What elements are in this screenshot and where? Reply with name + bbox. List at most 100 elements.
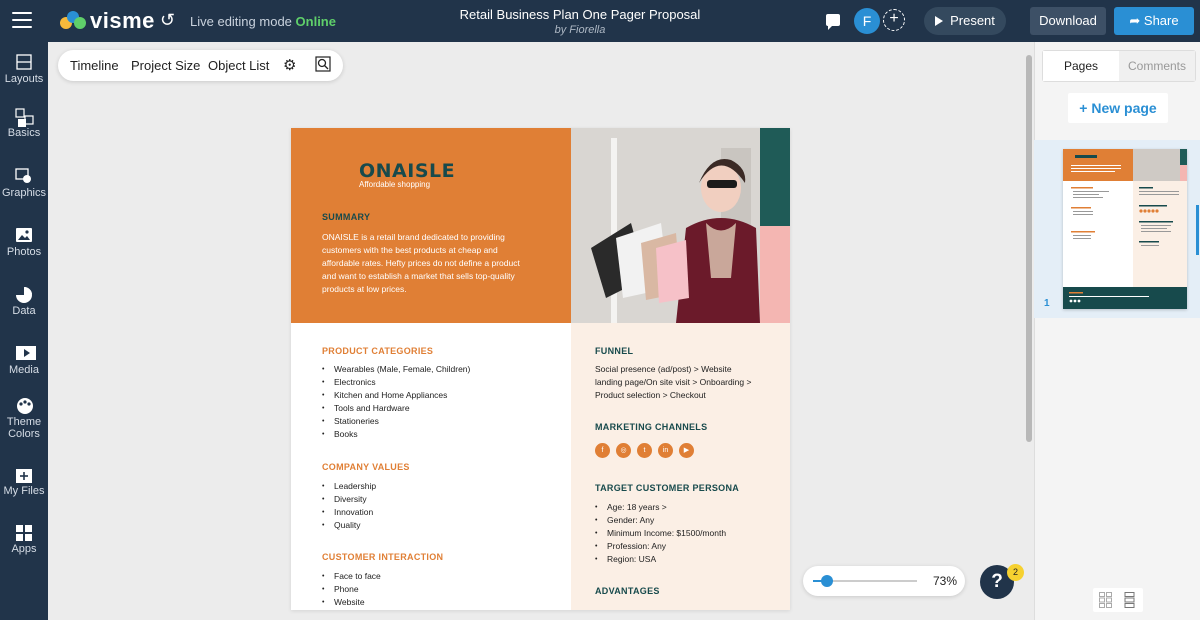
teal-accent-strip xyxy=(760,128,790,226)
list-item: Quality xyxy=(322,519,562,532)
twitter-icon[interactable]: t xyxy=(637,443,652,458)
company-values-heading[interactable]: COMPANY VALUES xyxy=(322,462,410,472)
brand-tagline[interactable]: Affordable shopping xyxy=(359,180,430,189)
editor-toolbar: Timeline Project Size Object List ⚙ xyxy=(58,50,343,81)
zoom-value: 73% xyxy=(933,574,958,588)
linkedin-icon[interactable]: in xyxy=(658,443,673,458)
sidebar-item-graphics[interactable]: Graphics xyxy=(0,168,48,199)
sidebar-item-layouts[interactable]: Layouts xyxy=(0,54,48,85)
download-button[interactable]: Download xyxy=(1030,7,1106,35)
panel-scroll-indicator[interactable] xyxy=(1196,205,1199,255)
comment-icon[interactable] xyxy=(826,14,840,30)
sidebar-item-data[interactable]: Data xyxy=(0,286,48,317)
logo-text: visme xyxy=(90,8,155,33)
present-button[interactable]: Present xyxy=(924,7,1006,35)
list-item: Diversity xyxy=(322,493,562,506)
avatar[interactable]: F xyxy=(854,8,880,34)
add-collaborator-icon[interactable]: + xyxy=(883,9,905,31)
sidebar-label: Apps xyxy=(11,543,37,555)
zoom-control: 73% xyxy=(803,566,965,596)
customer-interaction-list[interactable]: Face to face Phone Website xyxy=(322,570,562,609)
canvas-scrollbar[interactable] xyxy=(1026,55,1032,442)
advantages-heading[interactable]: ADVANTAGES xyxy=(595,586,660,596)
page-thumbnail[interactable] xyxy=(1063,149,1187,309)
target-persona-list[interactable]: Age: 18 years > Gender: Any Minimum Inco… xyxy=(595,501,783,566)
project-size-button[interactable]: Project Size xyxy=(131,58,200,73)
sidebar-label: Photos xyxy=(6,246,42,258)
summary-line: products at low prices. xyxy=(322,284,407,294)
help-notification-badge: 2 xyxy=(1007,564,1024,581)
zoom-slider-handle[interactable] xyxy=(821,575,833,587)
view-toggle xyxy=(1093,588,1143,612)
sidebar-label: Layouts xyxy=(4,73,44,85)
tab-comments[interactable]: Comments xyxy=(1119,51,1195,81)
share-button[interactable]: ➦ Share xyxy=(1114,7,1194,35)
logo-mark-icon xyxy=(60,11,86,31)
basics-icon xyxy=(15,108,34,127)
media-icon xyxy=(15,345,36,361)
sidebar-item-photos[interactable]: Photos xyxy=(0,227,48,258)
document-author: by Fiorella xyxy=(554,24,606,36)
zoom-search-icon[interactable] xyxy=(315,56,331,75)
mode-label: Live editing mode xyxy=(190,14,292,29)
list-item: Age: 18 years > xyxy=(595,501,783,514)
funnel-heading[interactable]: FUNNEL xyxy=(595,346,633,356)
list-item: Phone xyxy=(322,583,562,596)
summary-text[interactable]: ONAISLE is a retail brand dedicated to p… xyxy=(322,231,562,296)
sidebar-item-theme-colors[interactable]: Theme Colors xyxy=(0,397,48,440)
product-categories-heading[interactable]: PRODUCT CATEGORIES xyxy=(322,346,433,356)
youtube-icon[interactable]: ▶ xyxy=(679,443,694,458)
left-sidebar: Layouts Basics Graphics Photos Data Medi… xyxy=(0,42,48,620)
object-list-button[interactable]: Object List xyxy=(208,58,269,73)
list-item: Gender: Any xyxy=(595,514,783,527)
shopping-woman-photo[interactable] xyxy=(571,128,760,323)
funnel-line: Social presence (ad/post) > Website xyxy=(595,364,732,374)
theme-colors-icon xyxy=(15,397,33,414)
marketing-channels-heading[interactable]: MARKETING CHANNELS xyxy=(595,422,707,432)
new-page-button[interactable]: + New page xyxy=(1068,93,1168,123)
document-title-area: Retail Business Plan One Pager Proposal … xyxy=(430,7,730,36)
document-page[interactable]: ONAISLE Affordable shopping SUMMARY ONAI… xyxy=(291,128,790,610)
mode-online-status: Online xyxy=(295,14,336,29)
funnel-text[interactable]: Social presence (ad/post) > Website land… xyxy=(595,363,783,402)
tab-pages[interactable]: Pages xyxy=(1043,51,1119,81)
list-item: Minimum Income: $1500/month xyxy=(595,527,783,540)
sidebar-item-basics[interactable]: Basics xyxy=(0,108,48,139)
summary-line: ONAISLE is a retail brand dedicated to p… xyxy=(322,232,505,242)
list-item: Stationeries xyxy=(322,415,562,428)
summary-line: and want to establish a market that sell… xyxy=(322,271,515,281)
list-view-icon[interactable] xyxy=(1123,592,1137,613)
list-item: Electronics xyxy=(322,376,562,389)
list-item: Tools and Hardware xyxy=(322,402,562,415)
share-label: Share xyxy=(1143,13,1179,28)
funnel-line: landing page/On site visit > Onboarding … xyxy=(595,377,752,387)
my-files-icon xyxy=(15,466,33,483)
sidebar-label: Media xyxy=(9,364,39,376)
customer-interaction-heading[interactable]: CUSTOMER INTERACTION xyxy=(322,552,443,562)
gear-icon[interactable]: ⚙ xyxy=(283,56,296,74)
grid-view-icon[interactable] xyxy=(1099,592,1113,613)
sidebar-label: Theme xyxy=(6,416,42,428)
summary-line: customers with the best products at chea… xyxy=(322,245,498,255)
product-categories-list[interactable]: Wearables (Male, Female, Children) Elect… xyxy=(322,363,562,441)
instagram-icon[interactable]: ◎ xyxy=(616,443,631,458)
live-mode-status: Live editing mode Online xyxy=(190,14,336,29)
summary-heading[interactable]: SUMMARY xyxy=(322,212,370,222)
logo[interactable]: visme xyxy=(60,8,155,34)
sidebar-item-apps[interactable]: Apps xyxy=(0,524,48,555)
sidebar-label: Data xyxy=(12,305,36,317)
menu-icon[interactable] xyxy=(12,12,32,28)
sidebar-item-media[interactable]: Media xyxy=(0,345,48,376)
facebook-icon[interactable]: f xyxy=(595,443,610,458)
timeline-button[interactable]: Timeline xyxy=(70,58,119,73)
sidebar-item-my-files[interactable]: My Files xyxy=(0,466,48,497)
list-item: Kitchen and Home Appliances xyxy=(322,389,562,402)
pink-accent-strip xyxy=(760,226,790,323)
document-title[interactable]: Retail Business Plan One Pager Proposal xyxy=(430,7,730,22)
brand-title[interactable]: ONAISLE xyxy=(359,160,455,182)
company-values-list[interactable]: Leadership Diversity Innovation Quality xyxy=(322,480,562,532)
target-persona-heading[interactable]: TARGET CUSTOMER PERSONA xyxy=(595,483,739,493)
photos-icon xyxy=(15,227,33,243)
undo-icon[interactable]: ↺ xyxy=(160,10,175,31)
list-item: Wearables (Male, Female, Children) xyxy=(322,363,562,376)
